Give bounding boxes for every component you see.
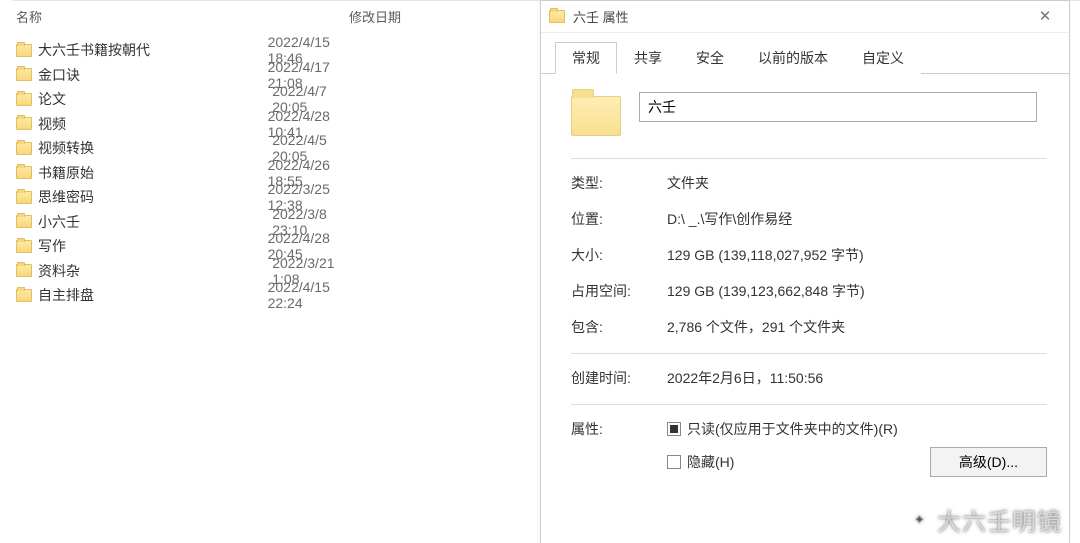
folder-icon <box>16 289 32 302</box>
folder-icon-large <box>571 96 621 136</box>
file-name: 写作 <box>38 236 66 256</box>
tab-previous[interactable]: 以前的版本 <box>741 42 845 74</box>
advanced-button[interactable]: 高级(D)... <box>930 447 1047 477</box>
folder-icon <box>16 191 32 204</box>
file-name: 金口诀 <box>38 65 80 85</box>
value-size: 129 GB (139,118,027,952 字节) <box>667 245 1047 265</box>
folder-icon <box>16 215 32 228</box>
dialog-tabs: 常规 共享 安全 以前的版本 自定义 <box>541 33 1069 74</box>
file-name: 论文 <box>38 89 66 109</box>
close-button[interactable]: ✕ <box>1025 3 1065 29</box>
file-row[interactable]: 自主排盘2022/4/15 22:24 <box>12 283 345 308</box>
dialog-title: 六壬 属性 <box>573 7 629 26</box>
file-date: 2022/4/15 22:24 <box>268 279 345 311</box>
file-name: 大六壬书籍按朝代 <box>38 40 150 60</box>
folder-icon <box>16 240 32 253</box>
file-name: 视频 <box>38 114 66 134</box>
label-size-on-disk: 占用空间: <box>571 281 667 301</box>
readonly-checkbox[interactable] <box>667 422 681 436</box>
folder-icon <box>16 44 32 57</box>
folder-icon <box>16 93 32 106</box>
value-contains: 2,786 个文件，291 个文件夹 <box>667 317 1047 337</box>
value-type: 文件夹 <box>667 173 1047 193</box>
label-created: 创建时间: <box>571 368 667 388</box>
file-name: 自主排盘 <box>38 285 94 305</box>
folder-icon <box>16 166 32 179</box>
column-header-name[interactable]: 名称 <box>12 0 345 32</box>
dialog-titlebar[interactable]: 六壬 属性 ✕ <box>541 1 1069 33</box>
tab-sharing[interactable]: 共享 <box>617 42 679 74</box>
label-size: 大小: <box>571 245 667 265</box>
label-location: 位置: <box>571 209 667 229</box>
folder-name-input[interactable] <box>639 92 1037 122</box>
folder-icon <box>16 68 32 81</box>
tab-general[interactable]: 常规 <box>555 42 617 74</box>
file-name: 视频转换 <box>38 138 94 158</box>
file-name: 思维密码 <box>38 187 94 207</box>
value-created: 2022年2月6日，11:50:56 <box>667 368 1047 388</box>
file-name: 书籍原始 <box>38 163 94 183</box>
hidden-label: 隐藏(H) <box>687 452 734 472</box>
readonly-label: 只读(仅应用于文件夹中的文件)(R) <box>687 419 898 439</box>
label-attributes: 属性: <box>571 419 667 439</box>
folder-icon <box>549 10 565 23</box>
hidden-checkbox[interactable] <box>667 455 681 469</box>
tab-security[interactable]: 安全 <box>679 42 741 74</box>
folder-icon <box>16 117 32 130</box>
value-location: D:\ _.\写作\创作易经 <box>667 209 1047 229</box>
value-size-on-disk: 129 GB (139,123,662,848 字节) <box>667 281 1047 301</box>
file-name: 资料杂 <box>38 261 80 281</box>
tab-custom[interactable]: 自定义 <box>845 42 921 74</box>
properties-dialog: 六壬 属性 ✕ 常规 共享 安全 以前的版本 自定义 类型:文件夹 位置:D:\… <box>540 0 1070 543</box>
folder-icon <box>16 264 32 277</box>
folder-icon <box>16 142 32 155</box>
label-type: 类型: <box>571 173 667 193</box>
file-name: 小六壬 <box>38 212 80 232</box>
label-contains: 包含: <box>571 317 667 337</box>
